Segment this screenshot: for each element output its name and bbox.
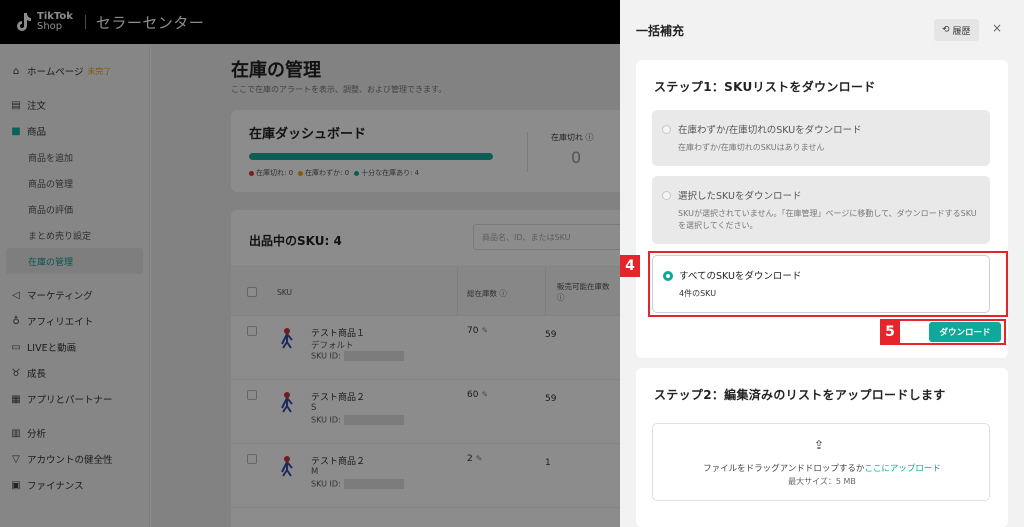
- upload-link[interactable]: ここにアップロード: [864, 464, 941, 474]
- upload-dropzone[interactable]: ⇪ ファイルをドラッグアンドドロップするかここにアップロード 最大サイズ：5 M…: [652, 423, 990, 501]
- option-desc: SKUが選択されていません。「在庫管理」ページに移動して、ダウンロードするSKU…: [678, 209, 977, 230]
- max-file-size: 最大サイズ：5 MB: [788, 477, 856, 486]
- radio-selected-skus[interactable]: [662, 191, 671, 200]
- history-button[interactable]: ⟲ 履歴: [934, 19, 979, 41]
- option-label: 選択したSKUをダウンロード: [678, 191, 802, 202]
- option-desc: 在庫わずか/在庫切れのSKUはありません: [678, 143, 825, 152]
- modal-overlay[interactable]: [0, 0, 620, 527]
- bulk-restock-drawer: 一括補充 ⟲ 履歴 × ステップ1：SKUリストをダウンロード 在庫わずか/在庫…: [620, 0, 1024, 527]
- radio-low-stock[interactable]: [662, 125, 671, 134]
- highlight-box-step4: [648, 251, 1008, 317]
- upload-icon: ⇪: [814, 438, 825, 452]
- annotation-badge-5: 5: [880, 321, 900, 343]
- step2-card: ステップ2：編集済みのリストをアップロードします ⇪ ファイルをドラッグアンドド…: [636, 368, 1008, 527]
- option-selected-skus[interactable]: 選択したSKUをダウンロード SKUが選択されていません。「在庫管理」ページに移…: [652, 176, 990, 244]
- history-icon: ⟲: [942, 25, 950, 35]
- option-low-stock[interactable]: 在庫わずか/在庫切れのSKUをダウンロード 在庫わずか/在庫切れのSKUはありま…: [652, 110, 990, 166]
- upload-instructions: ファイルをドラッグアンドドロップするかここにアップロード: [703, 464, 941, 474]
- option-label: 在庫わずか/在庫切れのSKUをダウンロード: [678, 125, 862, 136]
- step2-title: ステップ2：編集済みのリストをアップロードします: [654, 388, 946, 402]
- close-icon[interactable]: ×: [992, 21, 1002, 35]
- history-label: 履歴: [952, 26, 971, 37]
- step1-title: ステップ1：SKUリストをダウンロード: [654, 80, 876, 94]
- drawer-title: 一括補充: [636, 24, 685, 38]
- drawer-header: 一括補充 ⟲ 履歴 ×: [620, 0, 1024, 56]
- annotation-badge-4: 4: [620, 255, 640, 277]
